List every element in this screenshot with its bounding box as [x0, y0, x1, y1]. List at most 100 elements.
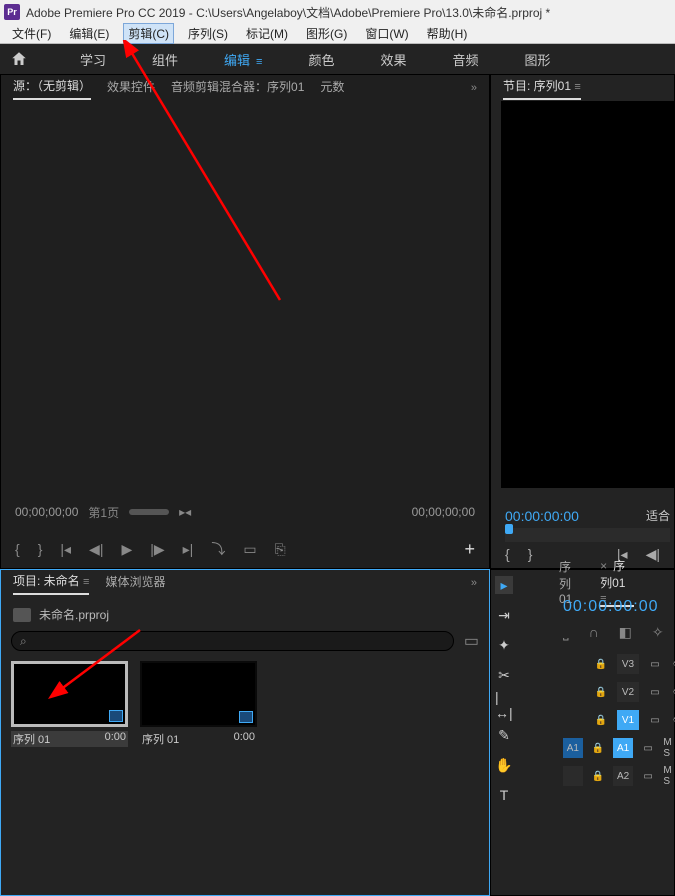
hand-tool-icon[interactable]: ✋: [495, 756, 513, 774]
mark-out-icon[interactable]: }: [528, 546, 533, 562]
track-target[interactable]: A2: [613, 766, 633, 786]
toggle-output-icon[interactable]: ▭: [647, 715, 663, 726]
marker-icon[interactable]: ◧: [619, 624, 632, 641]
video-track[interactable]: 🔒 V2 ▭ 👁: [553, 678, 674, 706]
source-tabs: 源：（无剪辑） 效果控件 音频剪辑混合器：序列01 元数 »: [1, 75, 489, 101]
razor-tool-icon[interactable]: ✂: [495, 666, 513, 684]
menu-bar: 文件(F) 编辑(E) 剪辑(C) 序列(S) 标记(M) 图形(G) 窗口(W…: [0, 24, 675, 44]
project-item[interactable]: 序列 010:00: [140, 661, 257, 747]
menu-markers[interactable]: 标记(M): [242, 24, 292, 43]
toggle-output-icon[interactable]: ▭: [647, 659, 663, 670]
track-select-tool-icon[interactable]: ⇥: [495, 606, 513, 624]
eye-icon[interactable]: 👁: [671, 659, 675, 670]
toggle-output-icon[interactable]: ▭: [647, 687, 663, 698]
tool-column: ▸ ⇥ ✦ ✂ |↔| ✎ ✋ T: [491, 570, 517, 895]
snap-icon[interactable]: ⎵: [563, 624, 569, 641]
ws-learn[interactable]: 学习: [76, 48, 110, 71]
sort-icon[interactable]: ▭: [464, 631, 479, 651]
app-logo: Pr: [4, 4, 20, 20]
type-tool-icon[interactable]: T: [495, 786, 513, 804]
overwrite-icon[interactable]: ▭: [243, 541, 256, 558]
add-button-icon[interactable]: +: [464, 539, 475, 560]
mute-solo[interactable]: M S: [663, 765, 675, 787]
step-icon[interactable]: ▸◂: [179, 505, 191, 519]
ws-effects[interactable]: 效果: [376, 48, 410, 71]
playhead-icon[interactable]: [505, 524, 513, 534]
mute-solo[interactable]: M S: [663, 737, 675, 759]
lock-icon[interactable]: 🔒: [593, 715, 609, 726]
program-zoom[interactable]: 适合: [646, 507, 670, 524]
ws-color[interactable]: 颜色: [304, 48, 338, 71]
ws-assembly[interactable]: 组件: [148, 48, 182, 71]
home-button[interactable]: [6, 46, 32, 72]
video-track[interactable]: 🔒 V1 ▭ 👁: [553, 706, 674, 734]
zoom-slider[interactable]: [129, 509, 169, 515]
program-tc[interactable]: 00:00:00:00: [505, 508, 579, 524]
tab-metadata[interactable]: 元数: [320, 78, 344, 99]
menu-window[interactable]: 窗口(W): [361, 24, 412, 43]
timeline-tc[interactable]: 00:00:00:00: [563, 598, 659, 616]
mark-in-icon[interactable]: {: [505, 546, 510, 562]
tab-audio-mixer[interactable]: 音频剪辑混合器：序列01: [171, 78, 304, 99]
play-icon[interactable]: ▶: [121, 541, 132, 558]
go-out-icon[interactable]: ▸|: [183, 541, 194, 558]
linked-icon[interactable]: ∩: [589, 624, 599, 641]
export-frame-icon[interactable]: ⎘: [275, 541, 286, 558]
close-icon[interactable]: ×: [600, 559, 607, 573]
go-in-icon[interactable]: |◂: [60, 541, 71, 558]
ws-graphics[interactable]: 图形: [521, 48, 555, 71]
step-back-icon[interactable]: ◀|: [646, 546, 660, 563]
insert-icon[interactable]: ⤵: [211, 539, 225, 559]
track-target[interactable]: A1: [613, 738, 633, 758]
ws-editing[interactable]: 编辑≡: [220, 48, 266, 71]
menu-sequence[interactable]: 序列(S): [184, 24, 232, 43]
step-fwd-icon[interactable]: |▶: [150, 541, 164, 558]
mute-icon[interactable]: ▭: [641, 771, 655, 782]
source-patch[interactable]: [563, 766, 583, 786]
eye-icon[interactable]: 👁: [671, 687, 675, 698]
timeline-tabs: 序列01 ×序列01 ≡: [519, 570, 674, 594]
project-file-icon: [13, 608, 31, 622]
program-monitor[interactable]: [501, 101, 674, 488]
audio-track[interactable]: 🔒 A2 ▭ M S: [553, 762, 674, 790]
tabs-overflow[interactable]: »: [471, 577, 477, 589]
ripple-tool-icon[interactable]: ✦: [495, 636, 513, 654]
tab-media-browser[interactable]: 媒体浏览器: [105, 573, 165, 594]
mark-out-icon[interactable]: }: [38, 541, 43, 557]
tabs-overflow[interactable]: »: [471, 82, 477, 94]
menu-file[interactable]: 文件(F): [8, 24, 55, 43]
tab-program[interactable]: 节目: 序列01 ≡: [503, 77, 581, 100]
slip-tool-icon[interactable]: |↔|: [495, 696, 513, 714]
menu-edit[interactable]: 编辑(E): [65, 24, 113, 43]
menu-help[interactable]: 帮助(H): [423, 24, 472, 43]
lock-icon[interactable]: 🔒: [593, 687, 609, 698]
lock-icon[interactable]: 🔒: [593, 659, 609, 670]
program-ruler[interactable]: [505, 528, 670, 542]
tab-effect-controls[interactable]: 效果控件: [107, 78, 155, 99]
track-target[interactable]: V3: [617, 654, 639, 674]
item-duration: 0:00: [234, 731, 255, 747]
lock-icon[interactable]: 🔒: [591, 771, 605, 782]
tab-project[interactable]: 项目: 未命名 ≡: [13, 572, 89, 595]
menu-clip[interactable]: 剪辑(C): [123, 23, 174, 44]
track-target[interactable]: V2: [617, 682, 639, 702]
audio-track[interactable]: A1 🔒 A1 ▭ M S: [553, 734, 674, 762]
step-back-icon[interactable]: ◀|: [89, 541, 103, 558]
eye-icon[interactable]: 👁: [671, 715, 675, 726]
lock-icon[interactable]: 🔒: [591, 743, 605, 754]
tab-source[interactable]: 源：（无剪辑）: [13, 77, 91, 100]
ws-audio[interactable]: 音频: [449, 48, 483, 71]
project-item[interactable]: 序列 010:00: [11, 661, 128, 747]
video-track[interactable]: 🔒 V3 ▭ 👁: [553, 650, 674, 678]
source-patch[interactable]: A1: [563, 738, 583, 758]
mark-in-icon[interactable]: {: [15, 541, 20, 557]
mute-icon[interactable]: ▭: [641, 743, 655, 754]
project-panel: 项目: 未命名 ≡ 媒体浏览器 » 未命名.prproj ⌕ ▭ 序列 010:…: [0, 569, 490, 896]
menu-graphics[interactable]: 图形(G): [302, 24, 351, 43]
selection-tool-icon[interactable]: ▸: [495, 576, 513, 594]
settings-icon[interactable]: ✧: [652, 624, 664, 641]
hamburger-icon[interactable]: ≡: [256, 56, 262, 68]
track-target[interactable]: V1: [617, 710, 639, 730]
pen-tool-icon[interactable]: ✎: [495, 726, 513, 744]
search-input[interactable]: ⌕: [11, 631, 454, 651]
